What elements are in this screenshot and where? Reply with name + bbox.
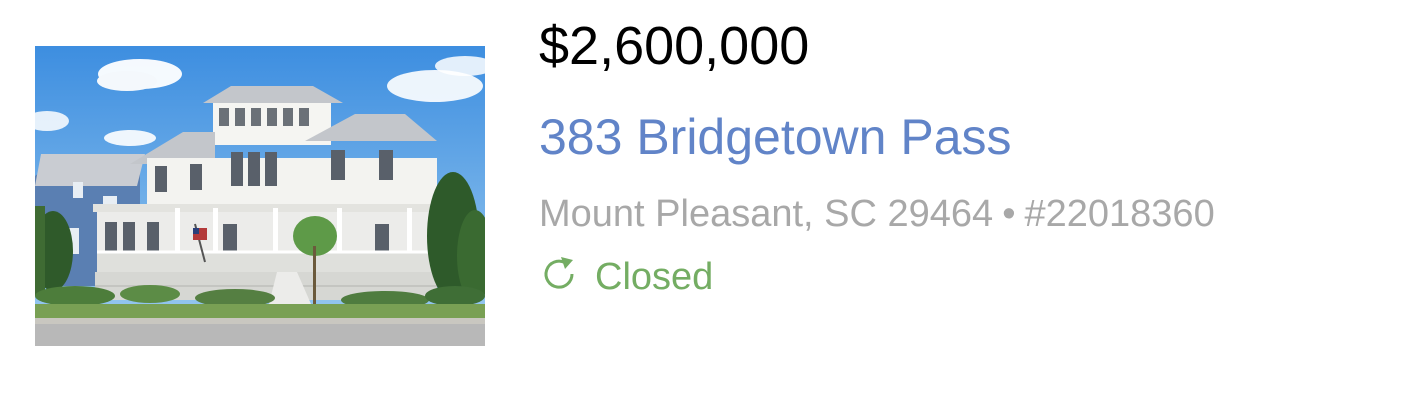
- listing-price: $2,600,000: [539, 16, 810, 76]
- listing-meta: Mount Pleasant, SC 29464 • #22018360: [539, 190, 1215, 238]
- listing-location: Mount Pleasant, SC 29464: [539, 193, 994, 235]
- listing-photo[interactable]: [35, 46, 485, 346]
- meta-separator: •: [1002, 193, 1016, 235]
- listing-mls-number: #22018360: [1024, 193, 1215, 235]
- listing-card[interactable]: $2,600,000 383 Bridgetown Pass Mount Ple…: [0, 0, 1426, 402]
- status-label: Closed: [595, 256, 714, 298]
- refresh-icon: [539, 254, 579, 294]
- listing-address-link[interactable]: 383 Bridgetown Pass: [539, 106, 1012, 168]
- listing-status: Closed: [539, 253, 713, 301]
- house-photo-image: [35, 46, 485, 346]
